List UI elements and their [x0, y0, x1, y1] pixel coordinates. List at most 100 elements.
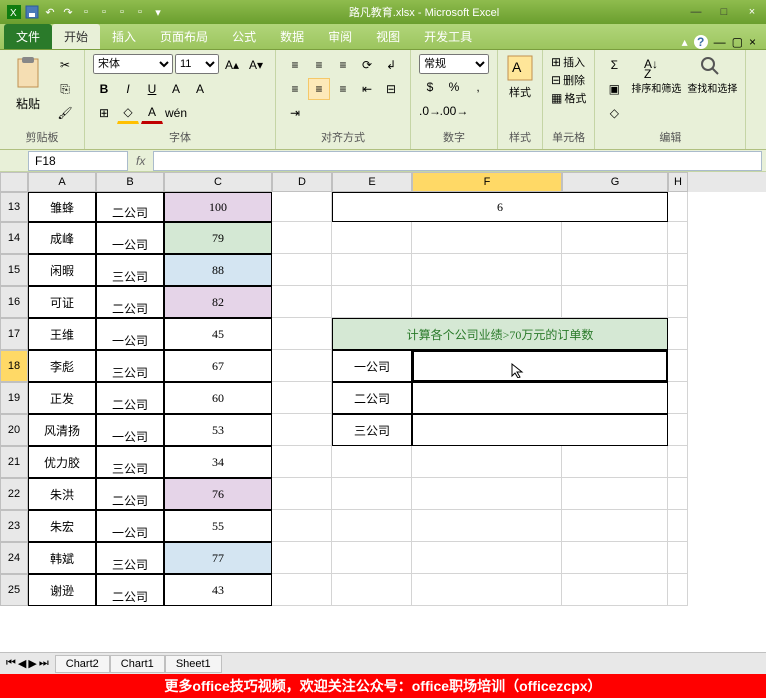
col-header-F[interactable]: F [412, 172, 562, 192]
col-header-A[interactable]: A [28, 172, 96, 192]
increase-font-icon[interactable]: A▴ [221, 54, 243, 76]
col-header-D[interactable]: D [272, 172, 332, 192]
cell[interactable]: 53 [164, 414, 272, 446]
merge-icon[interactable]: ⊟ [380, 78, 402, 100]
increase-decimal-icon[interactable]: .0→ [419, 100, 441, 122]
cell[interactable]: 76 [164, 478, 272, 510]
cell[interactable]: 一公司 [96, 318, 164, 350]
cell[interactable]: 计算各个公司业绩>70万元的订单数 [332, 318, 668, 350]
undo-icon[interactable]: ↶ [42, 4, 58, 20]
cell[interactable] [272, 574, 332, 606]
row-header-23[interactable]: 23 [0, 510, 28, 542]
tab-dev[interactable]: 开发工具 [412, 24, 484, 49]
cell[interactable] [272, 542, 332, 574]
cell[interactable] [412, 542, 562, 574]
qa-icon-2[interactable]: ▫ [96, 4, 112, 20]
align-center-icon[interactable]: ≡ [308, 78, 330, 100]
last-sheet-icon[interactable]: ⏭ [39, 657, 49, 670]
col-header-H[interactable]: H [668, 172, 688, 192]
decrease-decimal-icon[interactable]: .00→ [443, 100, 465, 122]
cell[interactable] [412, 254, 562, 286]
cell[interactable] [562, 286, 668, 318]
qa-dropdown-icon[interactable]: ▾ [150, 4, 166, 20]
border-icon[interactable]: ⊞ [93, 102, 115, 124]
row-header-14[interactable]: 14 [0, 222, 28, 254]
window-min-icon[interactable]: — [714, 35, 726, 49]
cell[interactable] [668, 510, 688, 542]
cell[interactable]: 可证 [28, 286, 96, 318]
cell[interactable] [562, 446, 668, 478]
font-grow-icon[interactable]: A [165, 78, 187, 100]
row-header-25[interactable]: 25 [0, 574, 28, 606]
align-right-icon[interactable]: ≡ [332, 78, 354, 100]
cell[interactable] [412, 446, 562, 478]
cell[interactable]: 风清扬 [28, 414, 96, 446]
cell[interactable] [562, 542, 668, 574]
cell[interactable] [332, 542, 412, 574]
cell[interactable]: 二公司 [96, 286, 164, 318]
cell[interactable] [272, 382, 332, 414]
cell[interactable] [562, 478, 668, 510]
qa-icon-4[interactable]: ▫ [132, 4, 148, 20]
tab-file[interactable]: 文件 [4, 24, 52, 49]
cell[interactable] [272, 478, 332, 510]
cell[interactable] [412, 382, 668, 414]
cell[interactable]: 正发 [28, 382, 96, 414]
cell[interactable] [332, 254, 412, 286]
cell[interactable] [272, 446, 332, 478]
align-middle-icon[interactable]: ≡ [308, 54, 330, 76]
cell[interactable]: 一公司 [96, 414, 164, 446]
cell[interactable] [332, 478, 412, 510]
cell[interactable]: 77 [164, 542, 272, 574]
find-select-icon[interactable] [698, 54, 726, 78]
font-name-select[interactable]: 宋体 [93, 54, 173, 74]
cell[interactable]: 34 [164, 446, 272, 478]
redo-icon[interactable]: ↷ [60, 4, 76, 20]
col-header-E[interactable]: E [332, 172, 412, 192]
cell[interactable]: 韩斌 [28, 542, 96, 574]
format-cells-icon[interactable]: ▦ [551, 91, 562, 105]
percent-icon[interactable]: % [443, 76, 465, 98]
fill-color-icon[interactable]: ◇ [117, 102, 139, 124]
row-header-18[interactable]: 18 [0, 350, 28, 382]
cut-icon[interactable]: ✂ [54, 54, 76, 76]
cell[interactable] [412, 510, 562, 542]
tab-review[interactable]: 审阅 [316, 24, 364, 49]
sheet-tab-chart1[interactable]: Chart1 [110, 655, 165, 673]
cell[interactable]: 二公司 [96, 478, 164, 510]
first-sheet-icon[interactable]: ⏮ [6, 657, 16, 670]
row-header-21[interactable]: 21 [0, 446, 28, 478]
row-header-22[interactable]: 22 [0, 478, 28, 510]
cell[interactable] [668, 414, 688, 446]
decrease-font-icon[interactable]: A▾ [245, 54, 267, 76]
cell[interactable]: 成峰 [28, 222, 96, 254]
cell[interactable] [668, 254, 688, 286]
row-header-17[interactable]: 17 [0, 318, 28, 350]
cell[interactable] [412, 478, 562, 510]
cell[interactable]: 三公司 [96, 446, 164, 478]
fill-icon[interactable]: ▣ [603, 78, 625, 100]
clear-icon[interactable]: ◇ [603, 102, 625, 124]
prev-sheet-icon[interactable]: ◀ [18, 657, 26, 670]
align-bottom-icon[interactable]: ≡ [332, 54, 354, 76]
qa-icon-3[interactable]: ▫ [114, 4, 130, 20]
col-header-G[interactable]: G [562, 172, 668, 192]
cell[interactable] [668, 478, 688, 510]
cell[interactable]: 67 [164, 350, 272, 382]
cell[interactable] [332, 286, 412, 318]
row-header-24[interactable]: 24 [0, 542, 28, 574]
cell[interactable] [272, 192, 332, 222]
cell[interactable]: 二公司 [96, 382, 164, 414]
cell[interactable]: 100 [164, 192, 272, 222]
currency-icon[interactable]: $ [419, 76, 441, 98]
cell[interactable] [332, 574, 412, 606]
cell[interactable] [272, 222, 332, 254]
orientation-icon[interactable]: ⟳ [356, 54, 378, 76]
cell[interactable]: 优力胶 [28, 446, 96, 478]
cell[interactable]: 三公司 [96, 542, 164, 574]
align-top-icon[interactable]: ≡ [284, 54, 306, 76]
row-header-19[interactable]: 19 [0, 382, 28, 414]
cell[interactable]: 三公司 [96, 350, 164, 382]
cell[interactable] [412, 286, 562, 318]
underline-icon[interactable]: U [141, 78, 163, 100]
